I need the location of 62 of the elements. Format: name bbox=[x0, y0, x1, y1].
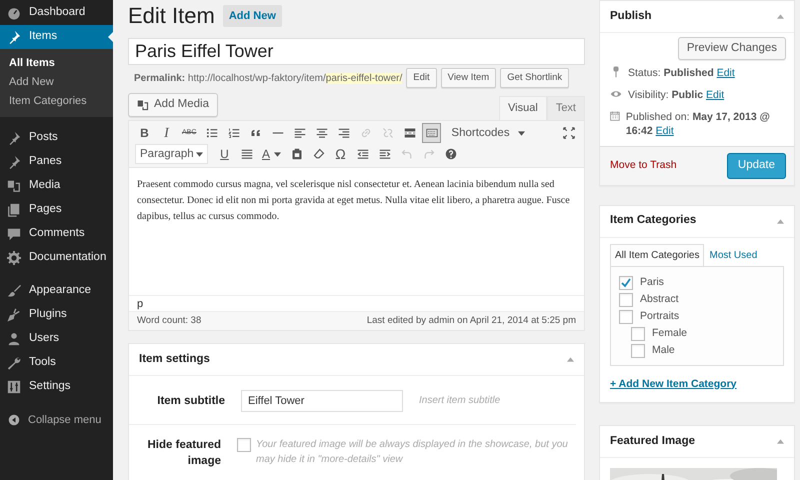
permalink-button[interactable]: Get Shortlink bbox=[500, 68, 570, 88]
last-edited-text: Last edited by admin on April 21, 2014 at 5:25 pm bbox=[366, 314, 576, 328]
special-character-button[interactable]: Ω bbox=[331, 144, 350, 164]
menu-item[interactable]: Media bbox=[0, 174, 113, 198]
menu-item[interactable]: Pages bbox=[0, 198, 113, 222]
menu-item[interactable]: Dashboard bbox=[0, 1, 113, 25]
category-label: Paris bbox=[640, 275, 664, 290]
field-label: Hide featured image bbox=[146, 438, 221, 469]
panel-title: Item Categories bbox=[610, 213, 696, 228]
subtitle-field[interactable]: Eiffel Tower bbox=[241, 390, 403, 412]
word-count: Word count: 38 bbox=[137, 314, 202, 328]
permalink-button[interactable]: Edit bbox=[406, 68, 437, 88]
panel-title: Featured Image bbox=[610, 434, 695, 450]
category-label: Female bbox=[652, 326, 688, 342]
submenu-item[interactable]: Add New bbox=[0, 73, 113, 92]
editor-tab[interactable]: Text bbox=[546, 96, 585, 120]
page-title: Edit Item bbox=[128, 3, 215, 30]
menu-item[interactable]: Plugins bbox=[0, 303, 113, 327]
bold-button[interactable]: B bbox=[135, 123, 154, 144]
submenu-item[interactable]: Item Categories bbox=[0, 92, 113, 111]
panel-title: Item settings bbox=[139, 352, 210, 367]
collapse-menu-link[interactable]: Collapse menu bbox=[28, 412, 102, 428]
menu-item[interactable]: Documentation bbox=[0, 246, 113, 270]
editor-content[interactable]: Praesent commodo cursus magna, vel scelerisque nisl consectetur et. Aenean lacinia bibendum nulla sed consectetur. Donec id elit non mi porta gravida at eget metus. Nulla vitae elit libero, a pharetra augue. Fusce dapibus, tellus ac cursus commodo. bbox=[129, 168, 584, 295]
permalink-button[interactable]: View Item bbox=[440, 68, 496, 88]
trash-link[interactable]: Move to Trash bbox=[610, 158, 677, 174]
text-color-button[interactable]: A bbox=[259, 144, 284, 164]
menu-item[interactable]: Panes bbox=[0, 150, 113, 174]
menu-item[interactable]: Settings bbox=[0, 375, 113, 399]
title-field[interactable]: Paris Eiffel Tower bbox=[128, 38, 585, 66]
preview-button[interactable]: Preview Changes bbox=[678, 37, 786, 60]
edit-link[interactable]: Edit bbox=[706, 89, 724, 102]
add-media-button[interactable]: Add Media bbox=[128, 93, 218, 117]
field-hint: Insert item subtitle bbox=[419, 394, 500, 408]
publish-info: Visibility: Public Edit bbox=[628, 88, 724, 102]
submenu-item[interactable]: All Items bbox=[0, 54, 113, 73]
category-label: Abstract bbox=[640, 292, 679, 308]
publish-info: Published on: May 17, 2013 @ 16:42 Edit bbox=[626, 110, 771, 138]
format-select[interactable]: Paragraph bbox=[135, 144, 208, 164]
category-label: Portraits bbox=[640, 309, 680, 324]
menu-item[interactable]: Tools bbox=[0, 351, 113, 375]
menu-item[interactable]: Posts bbox=[0, 126, 113, 150]
menu-item[interactable]: Comments bbox=[0, 222, 113, 246]
editor-tab[interactable]: Visual bbox=[499, 96, 547, 120]
menu-item[interactable]: Users bbox=[0, 327, 113, 351]
edit-link[interactable]: Edit bbox=[716, 67, 735, 80]
panel-title: Publish bbox=[610, 8, 652, 24]
italic-button[interactable]: I bbox=[157, 123, 176, 144]
category-tab[interactable]: All Item Categories bbox=[610, 244, 704, 266]
permalink-text: Permalink: http://localhost/wp-faktory/item/paris-eiffel-tower/ bbox=[134, 72, 402, 86]
category-tab[interactable]: Most Used bbox=[704, 244, 762, 266]
shortcodes-dropdown[interactable]: Shortcodes bbox=[444, 123, 532, 144]
field-description: Your featured image will be always displayed in the showcase, but you may hide it in "more-details" view bbox=[256, 438, 569, 467]
menu-item[interactable]: Appearance bbox=[0, 279, 113, 303]
underline-button[interactable]: U bbox=[215, 144, 234, 164]
menu-item[interactable]: Items bbox=[0, 25, 113, 49]
add-category-link[interactable]: + Add New Item Category bbox=[610, 376, 737, 392]
category-label: Male bbox=[652, 343, 675, 358]
add-new-button[interactable]: Add New bbox=[222, 4, 282, 28]
field-label: Item subtitle bbox=[156, 394, 225, 409]
edit-link[interactable]: Edit bbox=[656, 125, 674, 138]
publish-info: Status: Published Edit bbox=[628, 66, 735, 80]
